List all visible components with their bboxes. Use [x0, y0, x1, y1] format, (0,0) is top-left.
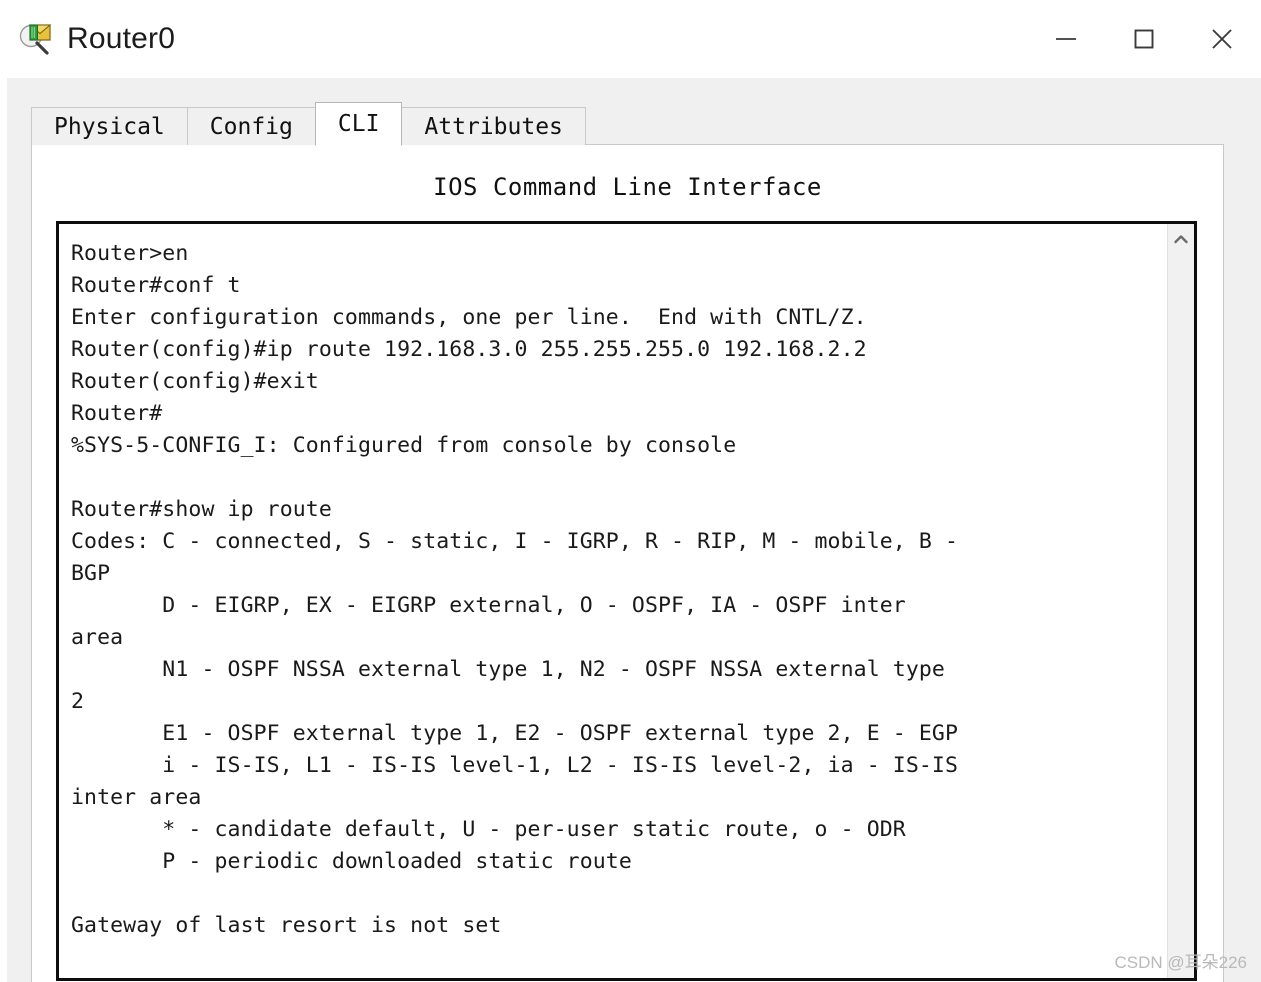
terminal-line: 2	[71, 689, 85, 714]
window-client-area: Physical Config CLI Attributes IOS Comma…	[7, 78, 1261, 982]
cli-panel: IOS Command Line Interface Router>en Rout…	[31, 144, 1224, 982]
cli-terminal-output[interactable]: Router>en Router#conf t Enter configuratio…	[59, 224, 1167, 978]
title-bar: Router0	[0, 0, 1261, 78]
cli-terminal-scrollbar[interactable]	[1167, 224, 1194, 978]
terminal-line: * - candidate default, U - per-user stat…	[71, 817, 906, 842]
terminal-line: area	[71, 625, 124, 650]
terminal-line: N1 - OSPF NSSA external type 1, N2 - OSP…	[71, 657, 945, 682]
tab-config-label: Config	[209, 113, 293, 140]
terminal-line: D - EIGRP, EX - EIGRP external, O - OSPF…	[71, 593, 906, 618]
terminal-line: inter area	[71, 785, 202, 810]
terminal-line: Codes: C - connected, S - static, I - IG…	[71, 529, 958, 554]
tab-cli-label: CLI	[337, 111, 380, 137]
title-bar-left: Router0	[0, 19, 1027, 59]
tab-bar: Physical Config CLI Attributes	[31, 102, 586, 146]
minimize-button[interactable]	[1027, 0, 1105, 78]
terminal-line: Router#show ip route	[71, 497, 332, 522]
maximize-button[interactable]	[1105, 0, 1183, 78]
minimize-icon	[1053, 26, 1079, 52]
terminal-line: E1 - OSPF external type 1, E2 - OSPF ext…	[71, 721, 958, 746]
terminal-line: Router#	[71, 401, 163, 426]
tab-attributes-label: Attributes	[424, 113, 563, 140]
tab-physical-label: Physical	[54, 113, 165, 140]
close-button[interactable]	[1183, 0, 1261, 78]
terminal-line: %SYS-5-CONFIG_I: Configured from console…	[71, 433, 737, 458]
router-device-window: Router0 Physical Config CLI Attributes I…	[0, 0, 1261, 982]
chevron-up-icon	[1172, 232, 1190, 246]
terminal-line: Router#conf t	[71, 273, 241, 298]
inspect-magnifier-icon	[17, 19, 57, 59]
terminal-line: Gateway of last resort is not set	[71, 913, 502, 938]
cli-terminal[interactable]: Router>en Router#conf t Enter configuratio…	[56, 221, 1197, 981]
terminal-line: BGP	[71, 561, 111, 586]
terminal-line: Enter configuration commands, one per li…	[71, 305, 867, 330]
window-controls	[1027, 0, 1261, 78]
tab-config[interactable]: Config	[186, 107, 316, 145]
terminal-line: Router>en	[71, 241, 189, 266]
tab-attributes[interactable]: Attributes	[401, 107, 586, 145]
cli-panel-heading: IOS Command Line Interface	[433, 173, 822, 201]
scroll-up-button[interactable]	[1168, 224, 1194, 254]
terminal-line: i - IS-IS, L1 - IS-IS level-1, L2 - IS-I…	[71, 753, 958, 778]
maximize-icon	[1131, 26, 1157, 52]
terminal-line: Router(config)#exit	[71, 369, 319, 394]
terminal-line: P - periodic downloaded static route	[71, 849, 632, 874]
tab-cli[interactable]: CLI	[314, 102, 403, 146]
tab-physical[interactable]: Physical	[31, 107, 188, 145]
window-title: Router0	[67, 22, 176, 55]
close-icon	[1208, 25, 1236, 53]
terminal-line: Router(config)#ip route 192.168.3.0 255.…	[71, 337, 867, 362]
